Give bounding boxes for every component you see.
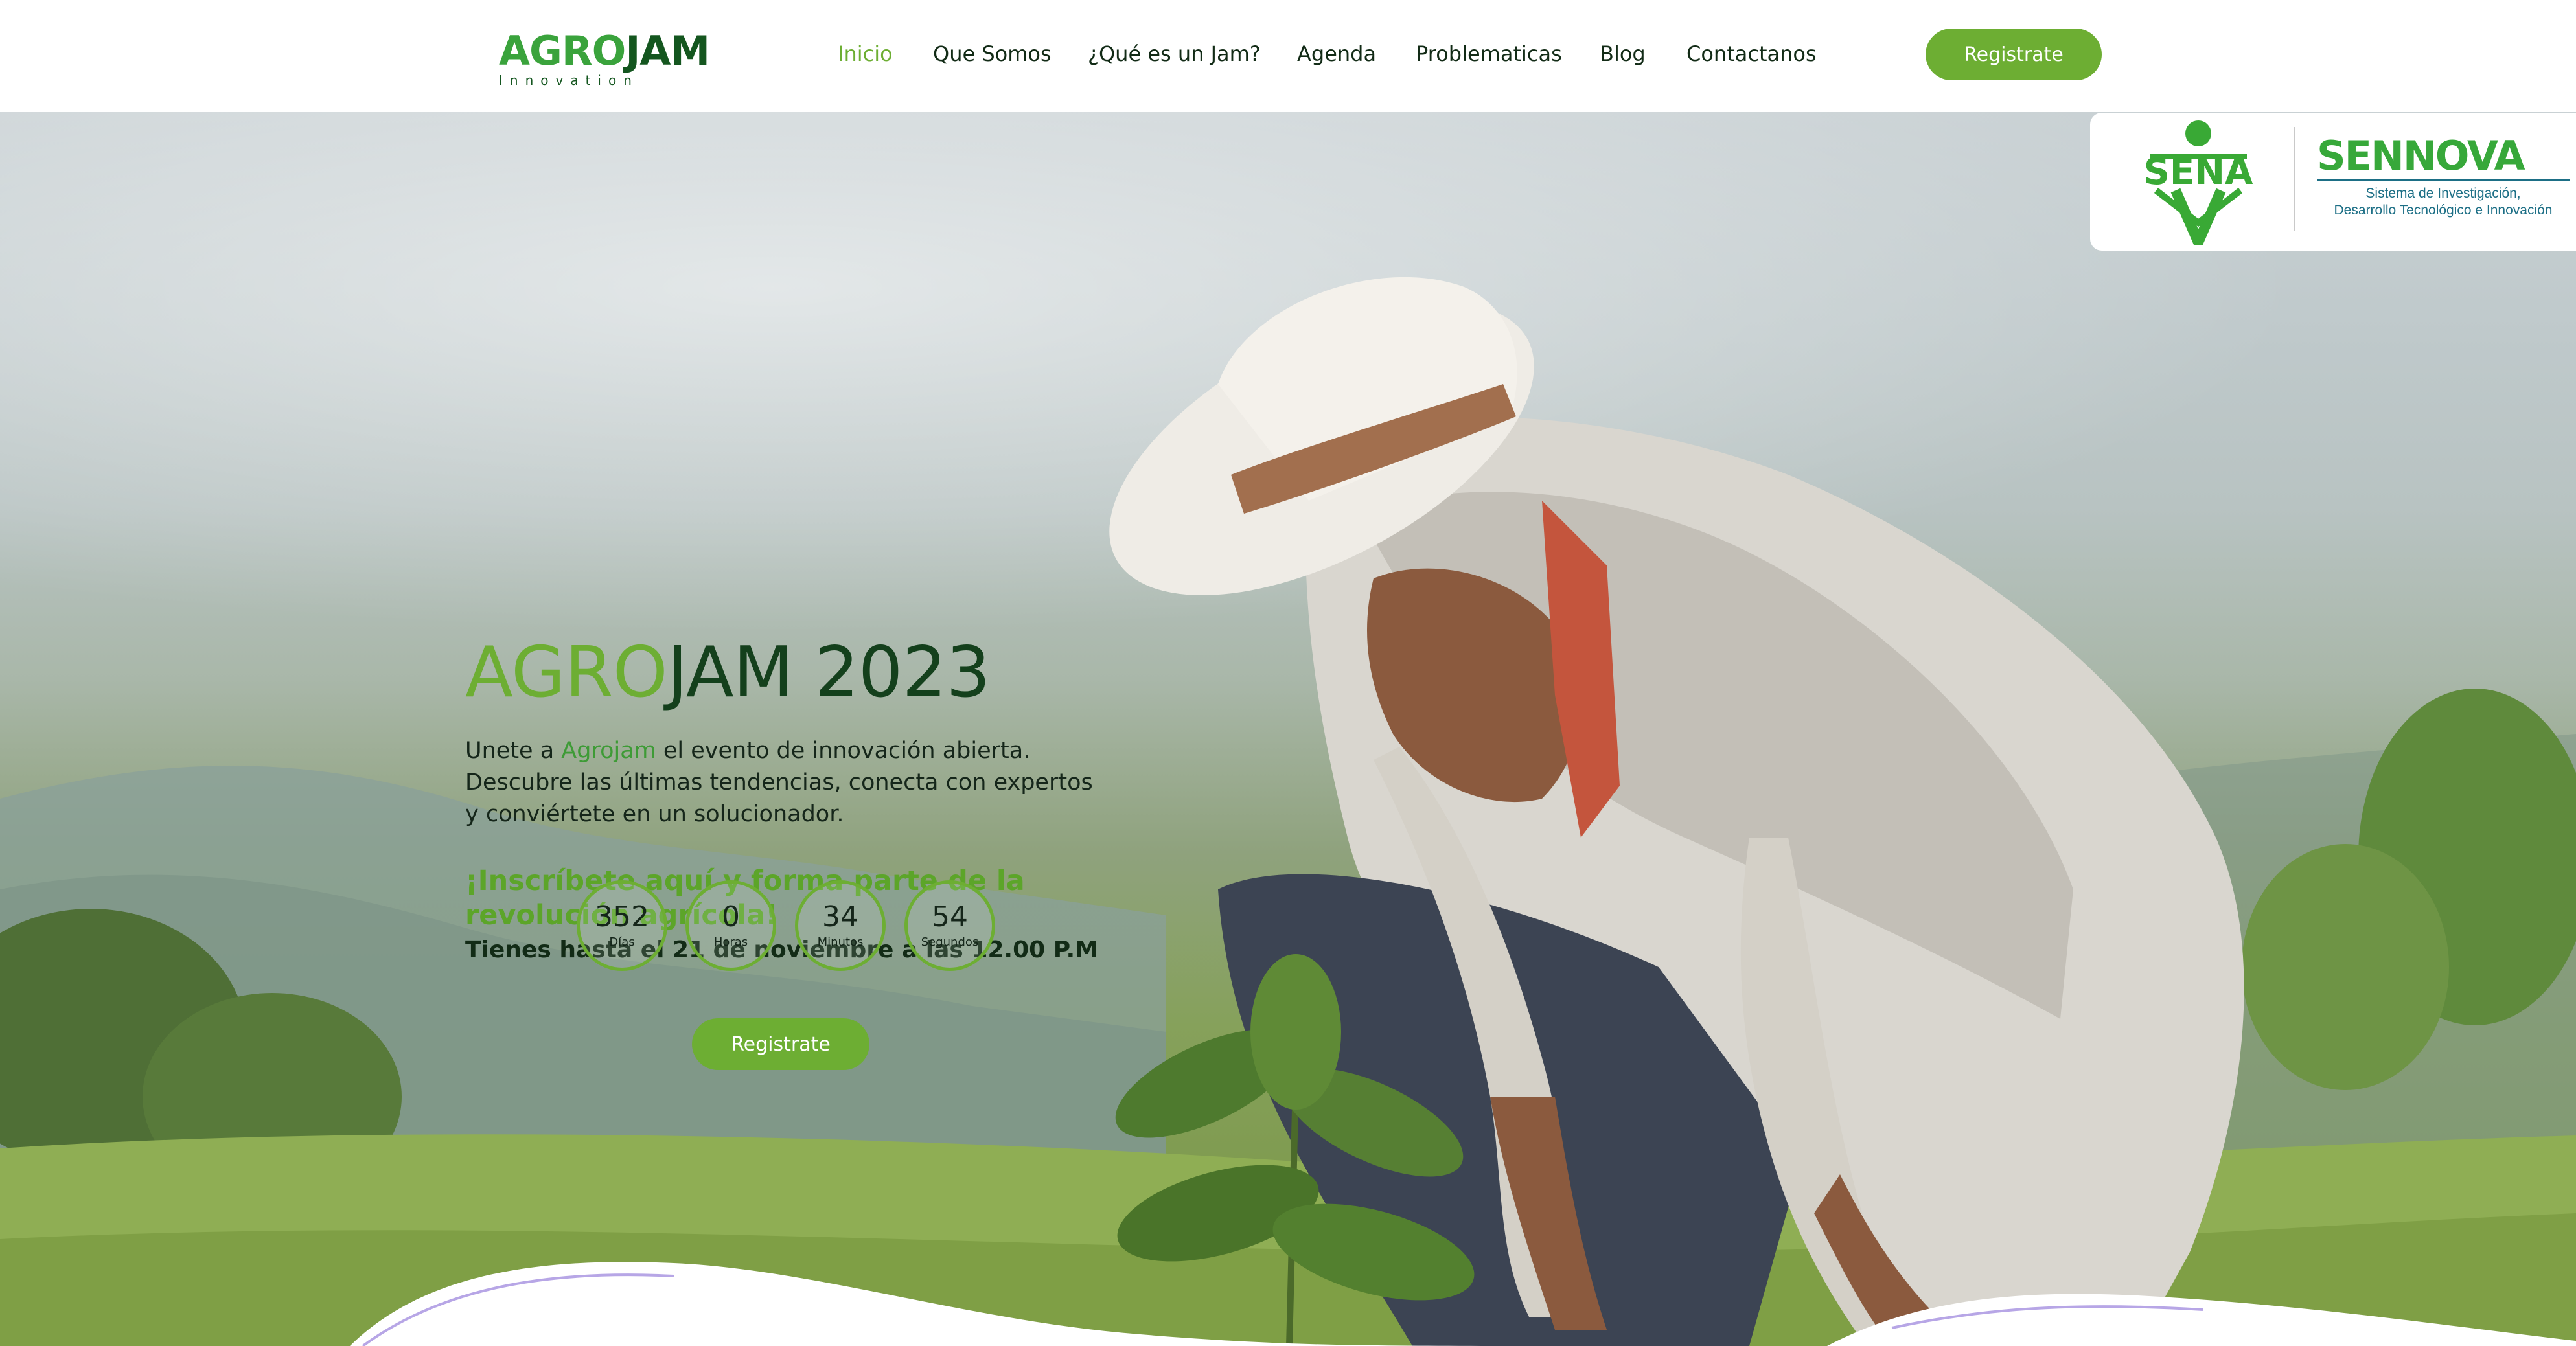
hero-description: Unete a Agrojam el evento de innovación … (465, 735, 1113, 830)
hero-desc-prefix: Unete a (465, 738, 562, 764)
hero-title: AGROJAM 2023 (465, 638, 1139, 708)
partner-logos-card: SENA SENNOVA Sistema de Investigación, D… (2090, 113, 2576, 251)
countdown-days: 352 Días (577, 880, 667, 971)
nav-que-somos[interactable]: Que Somos (933, 41, 1052, 66)
nav-blog[interactable]: Blog (1600, 41, 1646, 66)
agrojam-logo[interactable]: AGROJAM Innovation (499, 31, 710, 89)
site-header: AGROJAM Innovation Inicio Que Somos ¿Qué… (0, 0, 2576, 112)
nav-agenda[interactable]: Agenda (1297, 41, 1376, 66)
countdown-minutes: 34 Minutos (795, 880, 886, 971)
hero-title-rest: JAM 2023 (667, 632, 991, 713)
logo-jam-text: JAM (625, 27, 710, 74)
hero-title-agro: AGRO (465, 632, 668, 713)
countdown-seconds-value: 54 (932, 900, 968, 934)
countdown-timer: 352 Días 0 Horas 34 Minutos 54 Segundos (577, 880, 1043, 971)
countdown-seconds: 54 Segundos (904, 880, 995, 971)
sennova-logo-text: SENNOVA (2317, 132, 2525, 179)
countdown-days-value: 352 (595, 900, 649, 934)
countdown-hours-label: Horas (713, 935, 748, 949)
bottom-wave-shape (350, 1262, 2576, 1346)
logo-wordmark: AGROJAM (499, 31, 710, 71)
sennova-subtitle-line-1: Sistema de Investigación, (2365, 186, 2521, 201)
countdown-days-label: Días (609, 935, 635, 949)
header-register-button[interactable]: Registrate (1926, 29, 2102, 80)
partner-divider (2294, 127, 2295, 231)
sennova-subtitle-line-2: Desarrollo Tecnológico e Innovación (2334, 203, 2553, 218)
countdown-hours-value: 0 (722, 900, 740, 934)
hero-section: AGROJAM 2023 Unete a Agrojam el evento d… (0, 112, 2576, 1346)
sennova-subtitle: Sistema de Investigación, Desarrollo Tec… (2310, 185, 2576, 219)
countdown-hours: 0 Horas (685, 880, 776, 971)
hero-background-illustration (0, 277, 2576, 1346)
countdown-minutes-value: 34 (822, 900, 858, 934)
nav-inicio[interactable]: Inicio (838, 41, 893, 66)
hero-desc-highlight: Agrojam (561, 738, 656, 764)
sennova-underline (2317, 179, 2570, 181)
hero-register-button[interactable]: Registrate (692, 1018, 869, 1070)
sena-logo-icon: SENA (2144, 120, 2253, 245)
nav-que-es-un-jam[interactable]: ¿Qué es un Jam? (1088, 41, 1261, 66)
countdown-minutes-label: Minutos (817, 935, 864, 949)
nav-problematicas[interactable]: Problematicas (1416, 41, 1562, 66)
logo-subtitle: Innovation (499, 73, 639, 88)
logo-agro-text: AGRO (499, 27, 626, 74)
countdown-seconds-label: Segundos (921, 935, 979, 949)
nav-contactanos[interactable]: Contactanos (1686, 41, 1817, 66)
